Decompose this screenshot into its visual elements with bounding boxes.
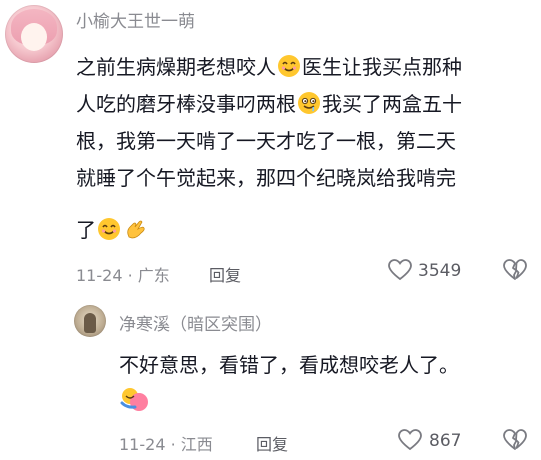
comment-text-line-4: 就睡了个午觉起来，那四个纪晓岚给我啃完 — [76, 166, 456, 190]
like-count: 867 — [429, 431, 462, 451]
meta-separator: · — [127, 266, 133, 285]
dislike-button[interactable] — [502, 258, 528, 282]
avatar[interactable] — [5, 5, 63, 63]
like-count: 3549 — [418, 261, 462, 281]
comment-text-line-5: 了 — [76, 214, 148, 243]
comment-date: 11-24 — [119, 435, 166, 454]
drool-emoji-icon — [298, 92, 320, 114]
comment-text-line-1: 不好意思，看错了，看成想咬老人了。 — [119, 353, 459, 377]
comment-text-line-1: 之前生病燥期老想咬人 医生让我买点那种 — [76, 55, 462, 79]
comment-location: 江西 — [180, 435, 213, 454]
reply-button[interactable]: 回复 — [209, 262, 241, 286]
comment-location: 广东 — [137, 266, 170, 285]
comment-date: 11-24 — [76, 266, 123, 285]
avatar-face — [21, 23, 47, 51]
smile-emoji-icon — [278, 55, 300, 77]
like-button[interactable] — [387, 258, 413, 282]
avatar-figure — [84, 313, 96, 333]
heart-icon — [388, 259, 412, 281]
comment-text-line-2: 人吃的磨牙棒没事叼两根 我买了两盒五十 — [76, 92, 462, 116]
heart-icon — [398, 429, 422, 451]
meta-separator: · — [170, 435, 176, 454]
hug-emoji-icon — [120, 388, 148, 411]
comment-meta: 11-24 · 江西 — [119, 431, 213, 455]
comment-username[interactable]: 净寒溪（暗区突围） — [119, 310, 272, 335]
dislike-button[interactable] — [502, 428, 528, 452]
smile-emoji-icon — [98, 218, 120, 240]
comment-username[interactable]: 小榆大王世一萌 — [76, 7, 195, 32]
broken-heart-icon — [503, 429, 527, 450]
reply-button[interactable]: 回复 — [256, 431, 288, 455]
avatar[interactable] — [74, 305, 106, 337]
comment-text-line-3: 根，我第一天啃了一天才吃了一根，第二天 — [76, 129, 456, 153]
comment-emoji-line — [119, 385, 149, 419]
like-button[interactable] — [397, 428, 423, 452]
broken-heart-icon — [503, 259, 527, 280]
comment-meta: 11-24 · 广东 — [76, 262, 170, 286]
ok-hand-emoji-icon — [127, 220, 145, 239]
